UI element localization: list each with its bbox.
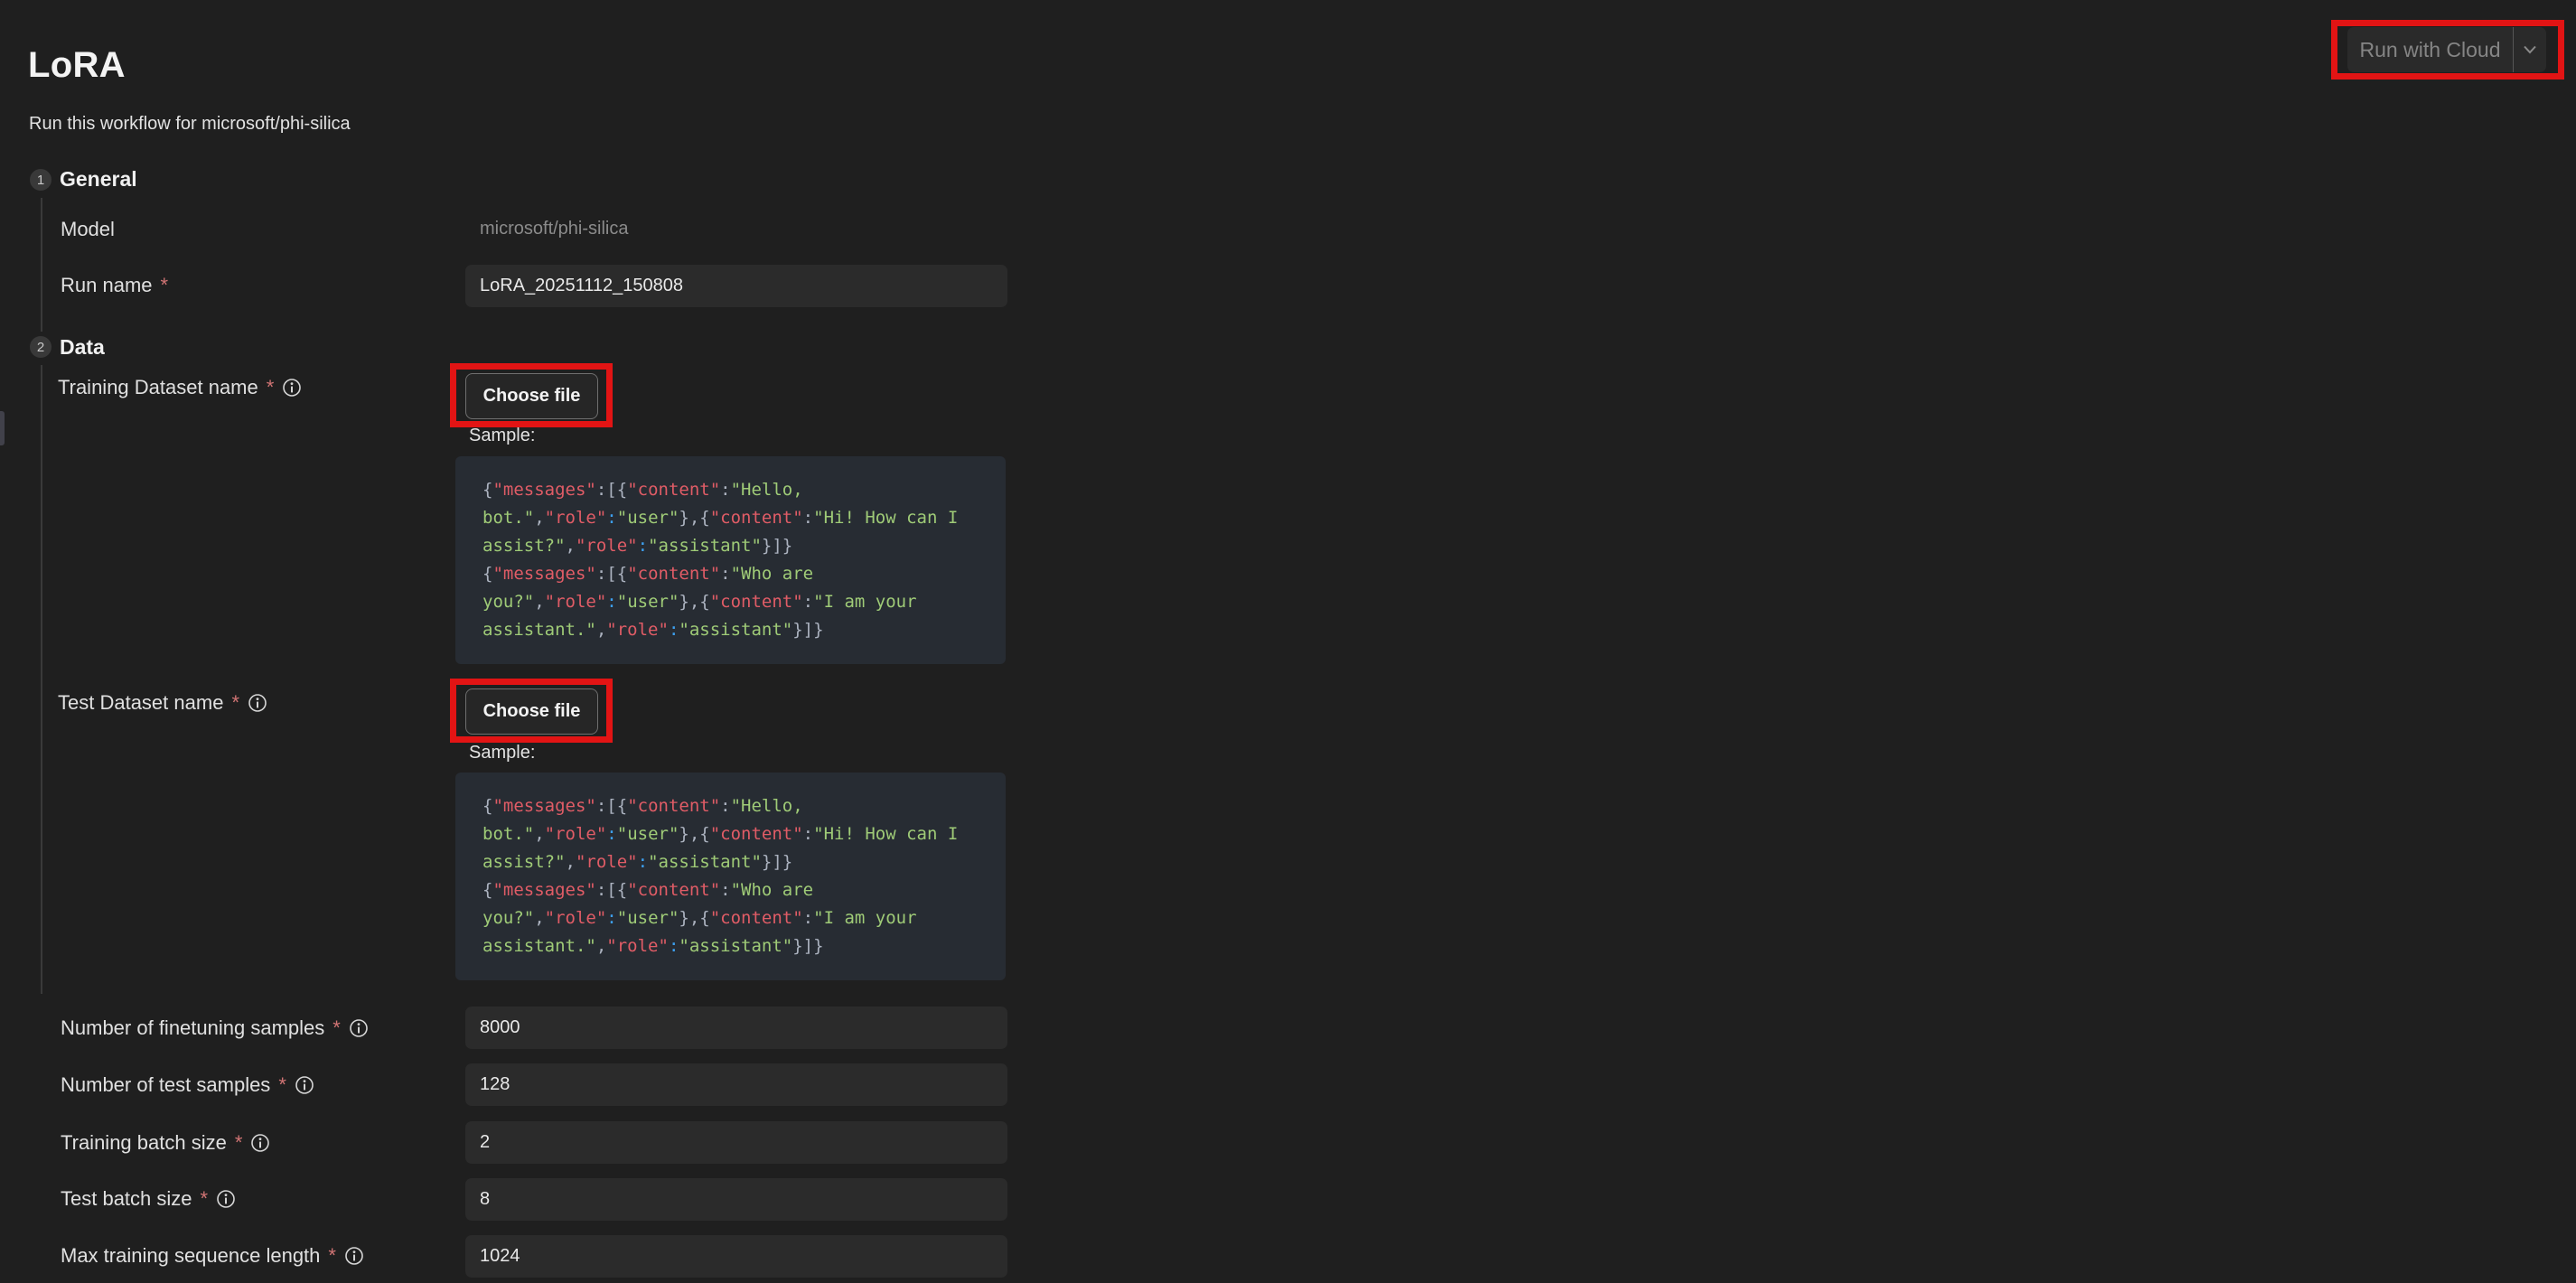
- section-title-general: General: [60, 167, 137, 192]
- info-icon[interactable]: [216, 1189, 236, 1209]
- test-batch-size-label-text: Test batch size: [61, 1185, 192, 1213]
- left-edge-scroll-indicator[interactable]: [0, 411, 5, 445]
- info-icon[interactable]: [250, 1133, 270, 1153]
- info-icon[interactable]: [344, 1246, 364, 1266]
- model-label-text: Model: [61, 216, 115, 243]
- section-step-badge: 1: [30, 169, 52, 191]
- required-asterisk: *: [278, 1072, 286, 1099]
- model-label: Model: [61, 216, 115, 243]
- section-step-number: 2: [37, 340, 44, 355]
- section-guide-line: [41, 198, 42, 332]
- test-dataset-label-text: Test Dataset name: [58, 689, 223, 716]
- test-batch-size-label: Test batch size *: [61, 1185, 236, 1213]
- info-icon[interactable]: [282, 378, 302, 398]
- test-batch-size-input[interactable]: [465, 1178, 1007, 1221]
- info-icon[interactable]: [295, 1075, 314, 1095]
- required-asterisk: *: [333, 1015, 341, 1042]
- section-guide-line: [41, 365, 42, 994]
- training-batch-size-input[interactable]: [465, 1121, 1007, 1164]
- training-dataset-label: Training Dataset name *: [58, 374, 302, 401]
- training-choose-file-button[interactable]: Choose file: [465, 373, 598, 419]
- finetuning-samples-input[interactable]: [465, 1007, 1007, 1049]
- test-samples-label-text: Number of test samples: [61, 1072, 270, 1099]
- run-name-label-text: Run name: [61, 272, 153, 299]
- test-samples-label: Number of test samples *: [61, 1072, 314, 1099]
- required-asterisk: *: [161, 272, 169, 299]
- test-sample-code-block: {"messages":[{"content":"Hello,bot.","ro…: [455, 773, 1006, 980]
- run-with-cloud-label: Run with Cloud: [2347, 27, 2513, 72]
- training-sample-code-block: {"messages":[{"content":"Hello,bot.","ro…: [455, 456, 1006, 664]
- info-icon[interactable]: [248, 693, 267, 713]
- test-samples-input[interactable]: [465, 1063, 1007, 1106]
- finetuning-samples-label-text: Number of finetuning samples: [61, 1015, 324, 1042]
- run-with-cloud-button[interactable]: Run with Cloud: [2347, 27, 2546, 72]
- test-choose-file-button[interactable]: Choose file: [465, 688, 598, 735]
- required-asterisk: *: [267, 374, 275, 401]
- section-title-data: Data: [60, 335, 105, 360]
- finetuning-samples-label: Number of finetuning samples *: [61, 1015, 369, 1042]
- model-value: microsoft/phi-silica: [480, 215, 628, 242]
- lora-workflow-page: LoRA Run this workflow for microsoft/phi…: [0, 0, 2576, 1283]
- test-sample-label: Sample:: [469, 743, 535, 763]
- required-asterisk: *: [328, 1242, 336, 1269]
- info-icon[interactable]: [349, 1018, 369, 1038]
- run-options-dropdown[interactable]: [2514, 27, 2546, 72]
- training-dataset-label-text: Training Dataset name: [58, 374, 258, 401]
- training-batch-size-label-text: Training batch size: [61, 1129, 227, 1157]
- chevron-down-icon: [2521, 44, 2539, 55]
- test-dataset-label: Test Dataset name *: [58, 689, 267, 716]
- section-step-number: 1: [37, 173, 44, 188]
- page-title: LoRA: [28, 45, 126, 86]
- required-asterisk: *: [231, 689, 239, 716]
- required-asterisk: *: [235, 1129, 243, 1157]
- section-step-badge: 2: [30, 336, 52, 358]
- run-name-input[interactable]: [465, 265, 1007, 307]
- max-sequence-length-input[interactable]: [465, 1235, 1007, 1278]
- training-sample-label: Sample:: [469, 426, 535, 446]
- max-sequence-length-label-text: Max training sequence length: [61, 1242, 320, 1269]
- page-subtitle: Run this workflow for microsoft/phi-sili…: [29, 114, 351, 135]
- required-asterisk: *: [201, 1185, 209, 1213]
- run-name-label: Run name *: [61, 272, 168, 299]
- max-sequence-length-label: Max training sequence length *: [61, 1242, 364, 1269]
- training-batch-size-label: Training batch size *: [61, 1129, 270, 1157]
